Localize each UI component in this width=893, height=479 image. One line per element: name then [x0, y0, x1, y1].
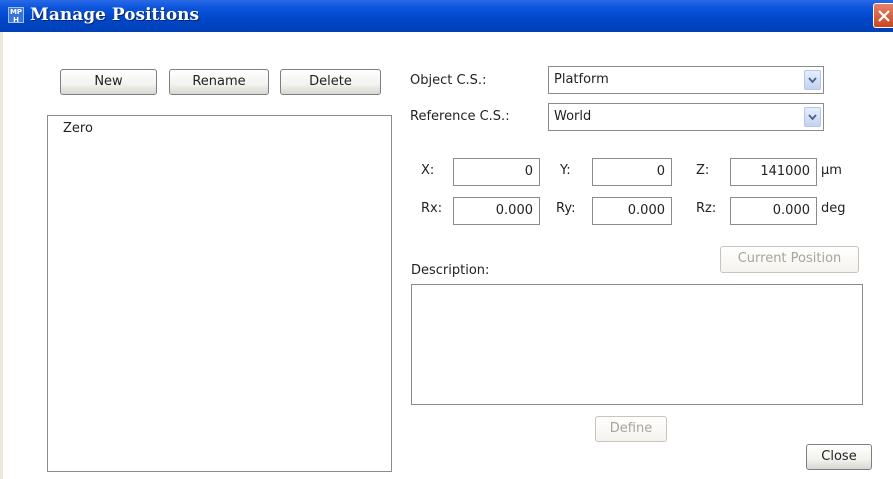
- rx-label: Rx:: [421, 201, 443, 216]
- y-label: Y:: [560, 163, 571, 178]
- app-icon: MP H: [8, 7, 24, 24]
- y-field[interactable]: 0: [592, 158, 672, 186]
- list-item[interactable]: Zero: [63, 121, 93, 136]
- rz-field[interactable]: 0.000: [730, 197, 817, 225]
- manage-positions-dialog: MP H Manage Positions New Rename Delete …: [0, 0, 893, 479]
- z-field[interactable]: 141000: [730, 158, 817, 186]
- reference-cs-select[interactable]: World: [548, 103, 824, 131]
- dialog-body: New Rename Delete Zero Object C.S.: Plat…: [3, 32, 893, 479]
- angular-unit-label: deg: [821, 201, 846, 216]
- rename-button[interactable]: Rename: [169, 69, 269, 95]
- define-button[interactable]: Define: [595, 416, 667, 442]
- x-label: X:: [421, 163, 435, 178]
- ry-field[interactable]: 0.000: [592, 197, 672, 225]
- window-title: Manage Positions: [30, 5, 200, 25]
- ry-label: Ry:: [556, 201, 576, 216]
- chevron-down-icon: [808, 114, 817, 121]
- object-cs-label: Object C.S.:: [410, 73, 487, 88]
- new-button[interactable]: New: [60, 69, 157, 95]
- object-cs-value: Platform: [554, 72, 609, 87]
- delete-button[interactable]: Delete: [280, 69, 381, 95]
- description-label: Description:: [411, 263, 490, 278]
- rz-label: Rz:: [696, 201, 717, 216]
- z-label: Z:: [696, 163, 710, 178]
- close-icon: [878, 10, 890, 22]
- x-field[interactable]: 0: [453, 158, 540, 186]
- description-textarea[interactable]: [411, 284, 863, 405]
- current-position-button[interactable]: Current Position: [720, 246, 859, 273]
- window-close-button[interactable]: [873, 3, 893, 28]
- object-cs-dropdown-button[interactable]: [804, 70, 821, 90]
- reference-cs-value: World: [554, 109, 592, 124]
- reference-cs-label: Reference C.S.:: [410, 109, 510, 124]
- reference-cs-dropdown-button[interactable]: [804, 107, 821, 127]
- title-bar[interactable]: MP H Manage Positions: [0, 0, 893, 32]
- linear-unit-label: µm: [821, 163, 842, 178]
- positions-list[interactable]: Zero: [47, 115, 392, 472]
- close-button[interactable]: Close: [806, 444, 872, 470]
- rx-field[interactable]: 0.000: [453, 197, 540, 225]
- chevron-down-icon: [808, 77, 817, 84]
- object-cs-select[interactable]: Platform: [548, 66, 824, 94]
